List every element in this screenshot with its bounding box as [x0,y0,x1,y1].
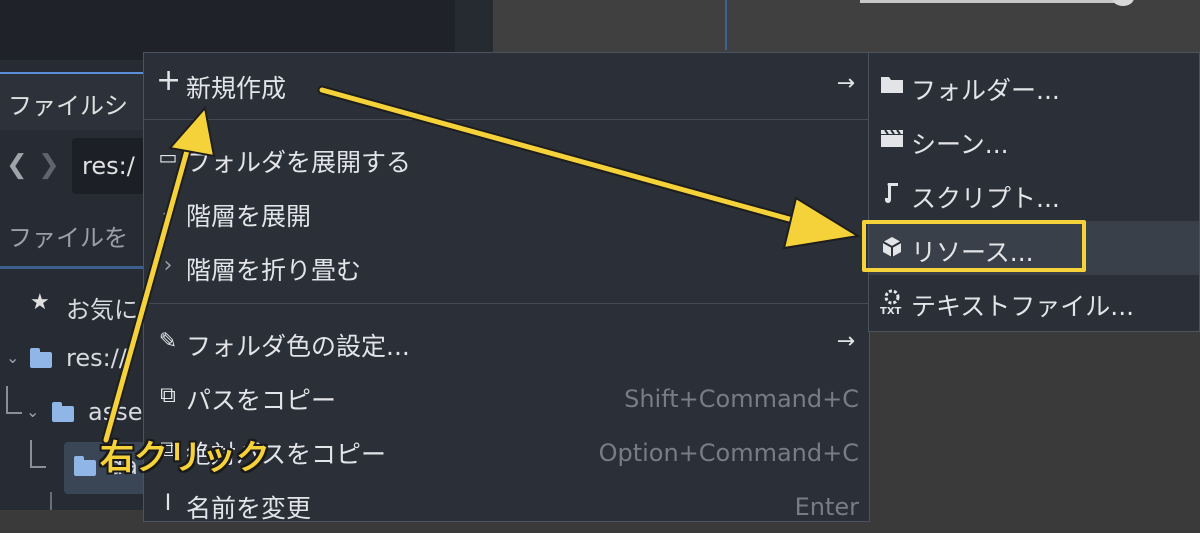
menu-item-expand-hierarchy[interactable]: ⌄ 階層を展開 [144,187,869,241]
folder-icon [30,348,52,368]
folder-icon [74,456,96,476]
scene-dock-area [0,0,455,60]
viewport[interactable] [493,0,1200,60]
submenu-item-label: フォルダー... [911,76,1060,105]
viewport-guide-line [725,0,727,50]
new-submenu: フォルダー... シーン... スクリプト... リソース... TXT テキス… [868,52,1200,332]
star-icon: ★ [30,290,50,315]
file-filter-input[interactable]: ファイルを [8,218,128,253]
folder-icon [879,73,905,99]
menu-item-label: パスをコピー [186,386,337,415]
menu-item-copy-path[interactable]: ⧉ パスをコピー Shift+Command+C [144,371,869,425]
arrow-right-icon: → [836,71,855,96]
menu-item-label: 名前を変更 [186,494,312,523]
submenu-item-script[interactable]: スクリプト... [869,167,1199,221]
submenu-item-label: シーン... [911,130,1009,159]
menu-item-label: フォルダ色の設定... [186,332,410,361]
menu-item-expand-folder[interactable]: ▭ フォルダを展開する [144,133,869,187]
tree-connector [50,492,52,510]
menu-item-label: 階層を展開 [186,202,312,231]
back-button[interactable]: ❮ [6,150,28,180]
menu-item-shortcut: Enter [794,493,859,521]
svg-text:TXT: TXT [880,306,902,315]
submenu-item-scene[interactable]: シーン... [869,113,1199,167]
menu-separator [144,303,869,304]
menu-item-shortcut: Shift+Command+C [624,385,859,413]
submenu-item-folder[interactable]: フォルダー... [869,59,1199,113]
rename-icon: I [164,491,172,516]
chevron-right-icon: › [163,253,173,278]
submenu-item-label: スクリプト... [911,184,1060,213]
menu-item-label: 階層を折り畳む [186,256,362,285]
dock-divider [0,266,150,269]
chevron-down-icon[interactable]: ⌄ [26,402,39,421]
highlight-box [862,220,1086,272]
submenu-item-label: テキストファイル... [911,292,1135,321]
clapperboard-icon [879,127,905,153]
folder-open-icon: ▭ [158,145,178,169]
menu-item-rename[interactable]: I 名前を変更 Enter [144,479,869,533]
plus-icon: + [156,63,182,98]
vertical-ruler [455,0,493,60]
path-input-value: res:/ [82,152,135,180]
menu-item-collapse-hierarchy[interactable]: › 階層を折り畳む [144,241,869,295]
arrow-right-icon: → [836,329,855,354]
chevron-down-icon: ⌄ [158,199,178,224]
copy-icon: ⧉ [160,383,176,408]
tab-filesystem-label: ファイルシ [8,92,128,120]
tree-connector [6,386,22,414]
chevron-down-icon[interactable]: ⌄ [6,348,19,367]
brush-icon: ✎ [158,329,178,354]
script-icon [879,181,905,207]
text-file-icon: TXT [879,289,905,317]
menu-item-label: 新規作成 [186,74,287,103]
menu-item-folder-color[interactable]: ✎ フォルダ色の設定... → [144,317,869,371]
annotation-label: 右クリック [100,438,270,478]
forward-button[interactable]: ❯ [38,150,60,180]
folder-icon [52,402,74,422]
tree-connector [30,440,46,468]
menu-item-label: フォルダを展開する [186,148,412,177]
menu-item-new[interactable]: + 新規作成 → [144,59,869,113]
tree-item-assets[interactable]: asse [88,398,142,426]
zoom-slider-track[interactable] [860,0,1115,3]
tree-item-favorites[interactable]: お気に [66,290,138,325]
menu-item-shortcut: Option+Command+C [598,439,859,467]
menu-separator [144,119,869,120]
tree-item-root[interactable]: res:// [66,344,127,372]
submenu-item-text-file[interactable]: TXT テキストファイル... [869,275,1199,329]
